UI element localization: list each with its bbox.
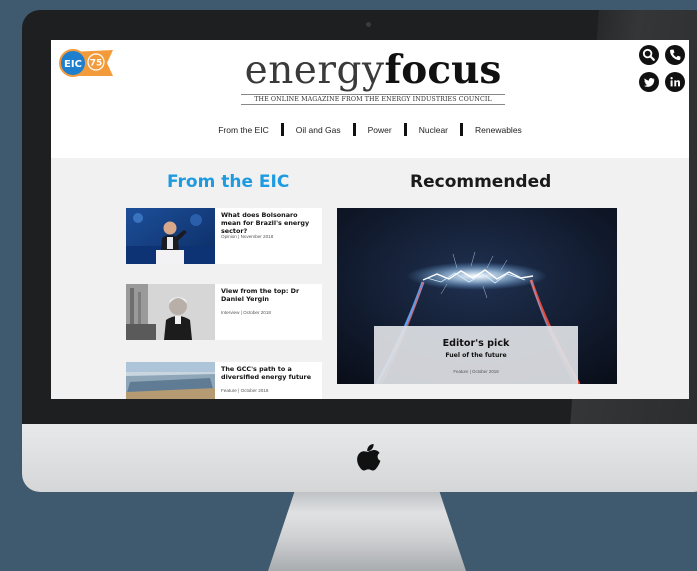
energy-focus-masthead[interactable]: energyfocus THE ONLINE MAGAZINE FROM THE…: [241, 48, 505, 105]
linkedin-icon[interactable]: [665, 72, 685, 92]
svg-text:EIC: EIC: [64, 59, 82, 70]
article-title: What does Bolsonaro mean for Brazil's en…: [221, 211, 310, 236]
article-photo-portrait: [126, 284, 215, 340]
article-meta: Interview | October 2018: [221, 310, 271, 315]
nav-item-from-the-eic[interactable]: From the EIC: [206, 125, 281, 135]
article-meta: Opinion | November 2018: [221, 234, 274, 239]
website-screen: EIC 75 energyfocus THE ONLINE MAGAZINE F…: [51, 40, 689, 399]
monitor-chin: [22, 424, 697, 492]
article-photo-solar-farm: [126, 362, 215, 399]
search-icon[interactable]: [639, 45, 659, 65]
nav-item-power[interactable]: Power: [356, 125, 404, 135]
article-photo-speaker: [126, 208, 215, 264]
webcam: [366, 22, 371, 27]
article-title: View from the top: Dr Daniel Yergin: [221, 287, 300, 304]
article-title: The GCC's path to a diversified energy f…: [221, 365, 312, 382]
nav-item-renewables[interactable]: Renewables: [463, 125, 534, 135]
nav-item-nuclear[interactable]: Nuclear: [407, 125, 460, 135]
eic-75-logo[interactable]: EIC 75: [57, 46, 115, 82]
article-meta: Feature | October 2018: [221, 388, 269, 393]
section-title-recommended: Recommended: [410, 172, 552, 192]
article-card[interactable]: The GCC's path to a diversified energy f…: [126, 362, 322, 399]
editors-pick-panel: Editor's pick Fuel of the future Feature…: [374, 326, 578, 384]
nav-item-oil-and-gas[interactable]: Oil and Gas: [284, 125, 353, 135]
site-logo: energyfocus: [244, 47, 502, 93]
feature-title: Fuel of the future: [445, 352, 507, 359]
twitter-icon[interactable]: [639, 72, 659, 92]
editors-pick-feature[interactable]: Editor's pick Fuel of the future Feature…: [337, 208, 617, 384]
monitor-stand: [268, 488, 466, 571]
section-title-from-the-eic: From the EIC: [167, 172, 290, 192]
article-card[interactable]: View from the top: Dr Daniel Yergin Inte…: [126, 284, 322, 340]
feature-meta: Feature | October 2018: [453, 369, 499, 374]
site-tagline: THE ONLINE MAGAZINE FROM THE ENERGY INDU…: [241, 94, 505, 105]
phone-icon[interactable]: [665, 45, 685, 65]
main-nav: From the EIC Oil and Gas Power Nuclear R…: [51, 123, 689, 136]
feature-label: Editor's pick: [442, 338, 510, 349]
apple-logo-icon: [357, 444, 381, 471]
svg-text:75: 75: [90, 59, 103, 69]
imac-monitor: EIC 75 energyfocus THE ONLINE MAGAZINE F…: [22, 10, 697, 492]
content-area: From the EIC Recommended What does Bolso…: [51, 158, 689, 399]
article-card[interactable]: What does Bolsonaro mean for Brazil's en…: [126, 208, 322, 264]
